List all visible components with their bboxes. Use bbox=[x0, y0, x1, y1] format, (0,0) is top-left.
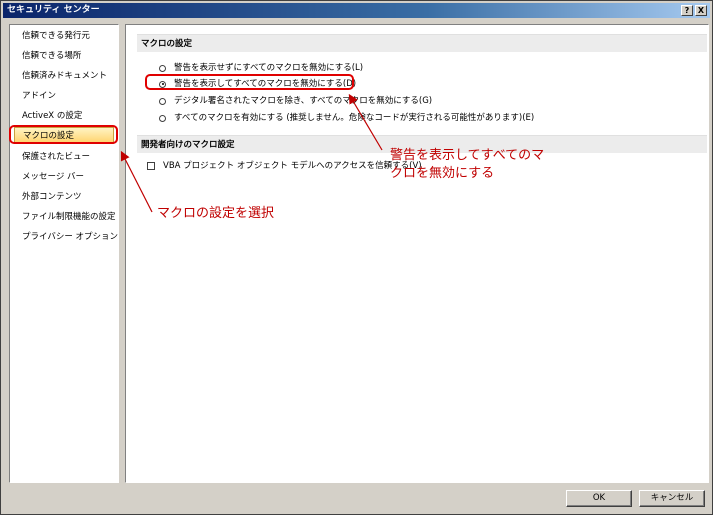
sidebar-item-activex[interactable]: ActiveX の設定 bbox=[14, 108, 114, 125]
cancel-button[interactable]: キャンセル bbox=[639, 490, 705, 507]
sidebar-item-macro-settings[interactable]: マクロの設定 bbox=[14, 127, 114, 144]
sidebar-item-external-content[interactable]: 外部コンテンツ bbox=[14, 189, 114, 206]
option-label: すべてのマクロを有効にする (推奨しません。危険なコードが実行される可能性があり… bbox=[174, 113, 535, 123]
radio-disable-with-notify[interactable]: 警告を表示してすべてのマクロを無効にする(D) bbox=[159, 77, 356, 91]
radio-disable-except-signed[interactable]: デジタル署名されたマクロを除き、すべてのマクロを無効にする(G) bbox=[159, 94, 432, 108]
dialog-button-bar: OK キャンセル bbox=[1, 484, 714, 514]
option-label: デジタル署名されたマクロを除き、すべてのマクロを無効にする(G) bbox=[174, 96, 433, 106]
sidebar-item-privacy[interactable]: プライバシー オプション bbox=[14, 229, 118, 246]
radio-button-selected-icon[interactable] bbox=[159, 80, 166, 88]
category-list: 信頼できる発行元 信頼できる場所 信頼済みドキュメント アドイン ActiveX… bbox=[9, 24, 119, 483]
sidebar-item-message-bar[interactable]: メッセージ バー bbox=[14, 169, 114, 186]
checkbox-icon[interactable] bbox=[147, 162, 155, 170]
option-label: 警告を表示してすべてのマクロを無効にする(D) bbox=[174, 79, 357, 89]
option-label: VBA プロジェクト オブジェクト モデルへのアクセスを信頼する(V) bbox=[163, 161, 422, 171]
vba-trust-checkbox[interactable]: VBA プロジェクト オブジェクト モデルへのアクセスを信頼する(V) bbox=[147, 159, 422, 173]
option-label: 警告を表示せずにすべてのマクロを無効にする(L) bbox=[174, 63, 364, 73]
radio-button-icon[interactable] bbox=[159, 114, 166, 122]
title-bar: セキュリティ センター ? X bbox=[3, 3, 710, 18]
sidebar-item-trusted-locations[interactable]: 信頼できる場所 bbox=[14, 48, 114, 65]
sidebar-item-file-block[interactable]: ファイル制限機能の設定 bbox=[14, 209, 116, 226]
radio-disable-no-notify[interactable]: 警告を表示せずにすべてのマクロを無効にする(L) bbox=[159, 61, 363, 75]
radio-button-icon[interactable] bbox=[159, 64, 166, 72]
developer-settings-header: 開発者向けのマクロ設定 bbox=[137, 135, 707, 153]
window-title: セキュリティ センター bbox=[7, 5, 100, 15]
ok-button[interactable]: OK bbox=[566, 490, 632, 507]
help-button[interactable]: ? bbox=[681, 5, 693, 16]
security-center-dialog: セキュリティ センター ? X 信頼できる発行元 信頼できる場所 信頼済みドキュ… bbox=[0, 0, 713, 515]
radio-button-icon[interactable] bbox=[159, 97, 166, 105]
macro-settings-header: マクロの設定 bbox=[137, 34, 707, 52]
sidebar-item-trusted-publishers[interactable]: 信頼できる発行元 bbox=[14, 28, 114, 45]
sidebar-item-addins[interactable]: アドイン bbox=[14, 88, 114, 105]
settings-panel: マクロの設定 警告を表示せずにすべてのマクロを無効にする(L) 警告を表示してす… bbox=[125, 24, 709, 483]
radio-enable-all[interactable]: すべてのマクロを有効にする (推奨しません。危険なコードが実行される可能性があり… bbox=[159, 111, 534, 125]
close-button[interactable]: X bbox=[695, 5, 707, 16]
sidebar-item-protected-view[interactable]: 保護されたビュー bbox=[14, 149, 114, 166]
sidebar-item-trusted-documents[interactable]: 信頼済みドキュメント bbox=[14, 68, 114, 85]
